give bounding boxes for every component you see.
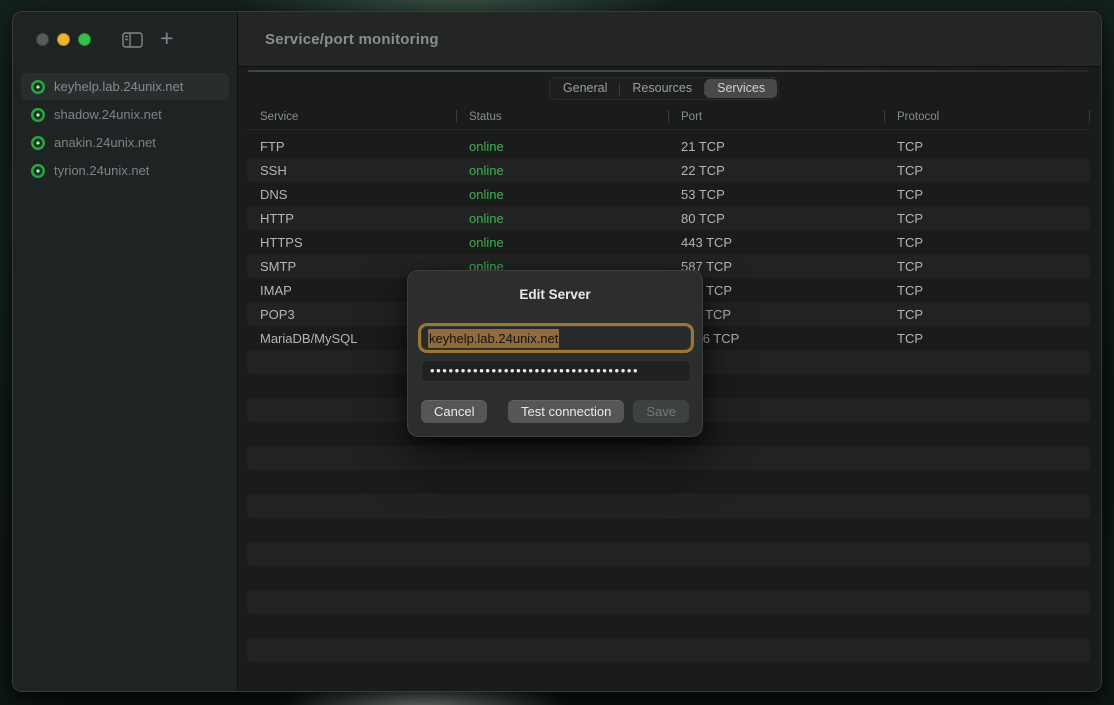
table-row-empty (247, 662, 1090, 686)
table-header: ServiceStatusPortProtocol (247, 104, 1090, 130)
server-label: keyhelp.lab.24unix.net (54, 79, 183, 94)
server-list: keyhelp.lab.24unix.net shadow.24unix.net a… (13, 67, 237, 190)
sidebar-item-server[interactable]: anakin.24unix.net (21, 129, 229, 156)
tab-bar: GeneralResourcesServices (238, 77, 1090, 100)
sidebar-toggle-icon[interactable] (122, 32, 143, 48)
cell-protocol: TCP (884, 283, 1090, 298)
segmented-control: GeneralResourcesServices (549, 77, 779, 100)
server-status-icon (31, 136, 45, 150)
table-row-empty (247, 446, 1090, 470)
cell-protocol: TCP (884, 139, 1090, 154)
cell-service: SSH (247, 163, 456, 178)
desktop-wallpaper: + keyhelp.lab.24unix.net shadow.24unix.ne… (0, 0, 1114, 705)
sidebar-item-server[interactable]: keyhelp.lab.24unix.net (21, 73, 229, 100)
column-header-service[interactable]: Service (247, 104, 456, 129)
cell-protocol: TCP (884, 211, 1090, 226)
sidebar-item-server[interactable]: shadow.24unix.net (21, 101, 229, 128)
server-status-icon (31, 80, 45, 94)
cell-service: HTTPS (247, 235, 456, 250)
table-row[interactable]: HTTPonline80 TCPTCP (247, 206, 1090, 230)
hostname-selected-text: keyhelp.lab.24unix.net (428, 329, 559, 348)
cell-status: online (456, 211, 668, 226)
cell-port: 587 TCP (668, 259, 884, 274)
table-row[interactable]: DNSonline53 TCPTCP (247, 182, 1090, 206)
server-label: tyrion.24unix.net (54, 163, 149, 178)
server-label: shadow.24unix.net (54, 107, 162, 122)
zoom-button[interactable] (78, 33, 91, 46)
column-header-status[interactable]: Status (456, 104, 668, 129)
tab-resources[interactable]: Resources (620, 79, 704, 98)
cell-port: 443 TCP (668, 235, 884, 250)
sidebar-titlebar: + (13, 12, 237, 67)
cell-service: DNS (247, 187, 456, 202)
table-row[interactable]: FTPonline21 TCPTCP (247, 134, 1090, 158)
column-header-port[interactable]: Port (668, 104, 884, 129)
cell-status: online (456, 163, 668, 178)
cell-protocol: TCP (884, 163, 1090, 178)
cell-status: online (456, 187, 668, 202)
cell-port: 21 TCP (668, 139, 884, 154)
dialog-button-row: Cancel Test connection Save (421, 400, 689, 423)
cell-protocol: TCP (884, 331, 1090, 346)
password-input[interactable]: •••••••••••••••••••••••••••••••••• (421, 360, 691, 382)
close-button[interactable] (36, 33, 49, 46)
server-label: anakin.24unix.net (54, 135, 156, 150)
tab-general[interactable]: General (551, 79, 619, 98)
main-titlebar: Service/port monitoring (238, 12, 1101, 67)
column-header-protocol[interactable]: Protocol (884, 104, 1090, 129)
dialog-title: Edit Server (408, 287, 702, 302)
cell-protocol: TCP (884, 187, 1090, 202)
cell-status: online (456, 139, 668, 154)
page-title: Service/port monitoring (265, 31, 439, 48)
table-row-empty (247, 518, 1090, 542)
edit-server-dialog: Edit Server keyhelp.lab.24unix.net •••••… (407, 270, 703, 437)
table-row-empty (247, 494, 1090, 518)
cell-port: 22 TCP (668, 163, 884, 178)
cell-protocol: TCP (884, 259, 1090, 274)
tab-services[interactable]: Services (705, 79, 777, 98)
table-row-empty (247, 566, 1090, 590)
hostname-input[interactable]: keyhelp.lab.24unix.net (421, 326, 691, 350)
cell-port: 53 TCP (668, 187, 884, 202)
cell-service: HTTP (247, 211, 456, 226)
table-row-empty (247, 470, 1090, 494)
server-status-icon (31, 164, 45, 178)
traffic-lights (36, 33, 91, 46)
table-row[interactable]: HTTPSonline443 TCPTCP (247, 230, 1090, 254)
sidebar: + keyhelp.lab.24unix.net shadow.24unix.ne… (13, 12, 237, 691)
table-row-empty (247, 590, 1090, 614)
cell-port: 80 TCP (668, 211, 884, 226)
cell-protocol: TCP (884, 307, 1090, 322)
cell-status: online (456, 235, 668, 250)
scroll-edge-divider (248, 70, 1088, 72)
table-row-empty (247, 542, 1090, 566)
save-button[interactable]: Save (633, 400, 689, 423)
cancel-button[interactable]: Cancel (421, 400, 487, 423)
sidebar-item-server[interactable]: tyrion.24unix.net (21, 157, 229, 184)
cell-service: FTP (247, 139, 456, 154)
table-row[interactable]: SSHonline22 TCPTCP (247, 158, 1090, 182)
table-row-empty (247, 638, 1090, 662)
minimize-button[interactable] (57, 33, 70, 46)
add-server-icon[interactable]: + (160, 27, 173, 50)
cell-protocol: TCP (884, 235, 1090, 250)
test-connection-button[interactable]: Test connection (508, 400, 624, 423)
password-masked-text: •••••••••••••••••••••••••••••••••• (430, 364, 639, 377)
server-status-icon (31, 108, 45, 122)
table-row-empty (247, 614, 1090, 638)
